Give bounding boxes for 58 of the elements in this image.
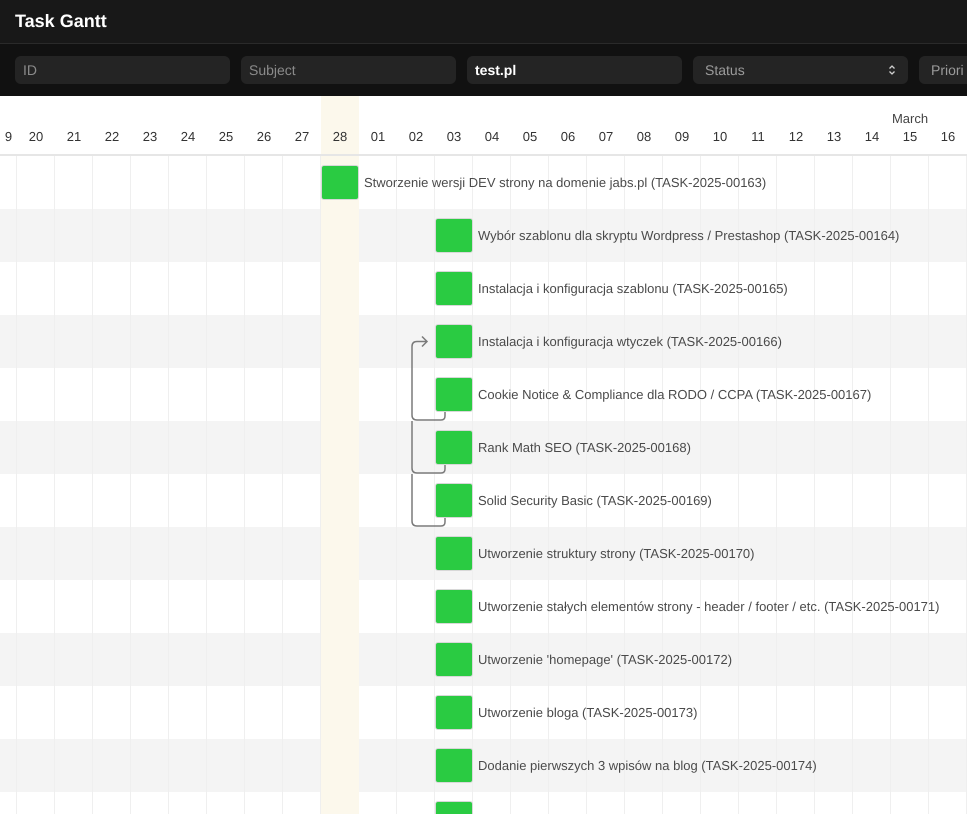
task-bar[interactable] (435, 642, 473, 677)
day-label: 08 (636, 128, 652, 146)
day-label: 25 (218, 128, 234, 146)
day-label: 05 (522, 128, 538, 146)
day-label: 11 (751, 128, 765, 146)
day-label: 28 (332, 128, 348, 146)
day-label: 22 (104, 128, 120, 146)
day-label: 10 (712, 128, 728, 146)
filter-select[interactable]: Status (693, 56, 908, 84)
day-label: 13 (826, 128, 842, 146)
day-label: 24 (180, 128, 196, 146)
task-bar[interactable] (435, 271, 473, 306)
day-label: 01 (370, 128, 386, 146)
task-bar[interactable] (435, 377, 473, 412)
task-label: Rank Math SEO (TASK-2025-00168) (478, 438, 691, 457)
task-label: Utworzenie stałych elementów strony - header / footer / etc. (TASK-2025-00171) (478, 598, 940, 616)
task-bar[interactable] (435, 589, 473, 624)
task-label: Solid Security Basic (TASK-2025-00169) (478, 492, 712, 510)
day-label: 16 (940, 128, 956, 146)
task-bar[interactable] (435, 536, 473, 571)
task-label: Wybór szablonu dla skryptu Wordpress / Prestashop (TASK-2025-00164) (478, 226, 900, 245)
day-label: 15 (902, 128, 918, 146)
task-label: Cookie Notice & Compliance dla RODO / CCPA (TASK-2025-00167) (478, 386, 872, 404)
task-label: Utworzenie bloga (TASK-2025-00173) (478, 704, 698, 722)
day-label: 26 (256, 128, 272, 146)
task-label: Utworzenie struktury strony (TASK-2025-00170) (478, 544, 754, 563)
task-bar[interactable] (435, 483, 473, 518)
day-label: 04 (484, 128, 500, 146)
day-label: 12 (788, 128, 804, 146)
filter-field[interactable]: Subject (241, 56, 456, 84)
filter-field[interactable]: ID (15, 56, 230, 84)
chevron-up-down-icon (888, 65, 896, 75)
task-bar[interactable] (435, 748, 473, 783)
task-bar[interactable] (435, 324, 473, 359)
day-label: 09 (674, 128, 690, 146)
day-label: 21 (66, 128, 82, 146)
task-bar[interactable] (435, 695, 473, 730)
day-label: 06 (560, 128, 576, 146)
task-label: Instalacja i konfiguracja szablonu (TASK-2025-00165) (478, 280, 788, 298)
task-label: Stworzenie wersji DEV strony na domenie jabs.pl (TASK-2025-00163) (364, 174, 766, 192)
day-label: 27 (294, 128, 310, 146)
month-label: March (890, 110, 930, 128)
task-label: Dodanie pierwszych 3 wpisów na blog (TASK-2025-00174) (478, 756, 817, 775)
day-label: 07 (598, 128, 614, 146)
filter-select[interactable]: Priori (919, 56, 967, 84)
day-label: 23 (142, 128, 158, 146)
day-label: 02 (408, 128, 424, 146)
task-bar[interactable] (435, 218, 473, 253)
filter-field[interactable]: test.pl (467, 56, 682, 84)
window-title: Task Gantt (15, 10, 107, 33)
day-label: 9 (4, 128, 12, 146)
day-label: 14 (864, 128, 880, 146)
task-bar[interactable] (435, 430, 473, 465)
day-label: 03 (446, 128, 462, 146)
task-label: Instalacja i konfiguracja wtyczek (TASK-2025-00166) (478, 332, 782, 351)
day-label: 20 (28, 128, 44, 146)
task-bar[interactable] (321, 165, 359, 200)
task-label: Utworzenie 'homepage' (TASK-2025-00172) (478, 650, 732, 669)
